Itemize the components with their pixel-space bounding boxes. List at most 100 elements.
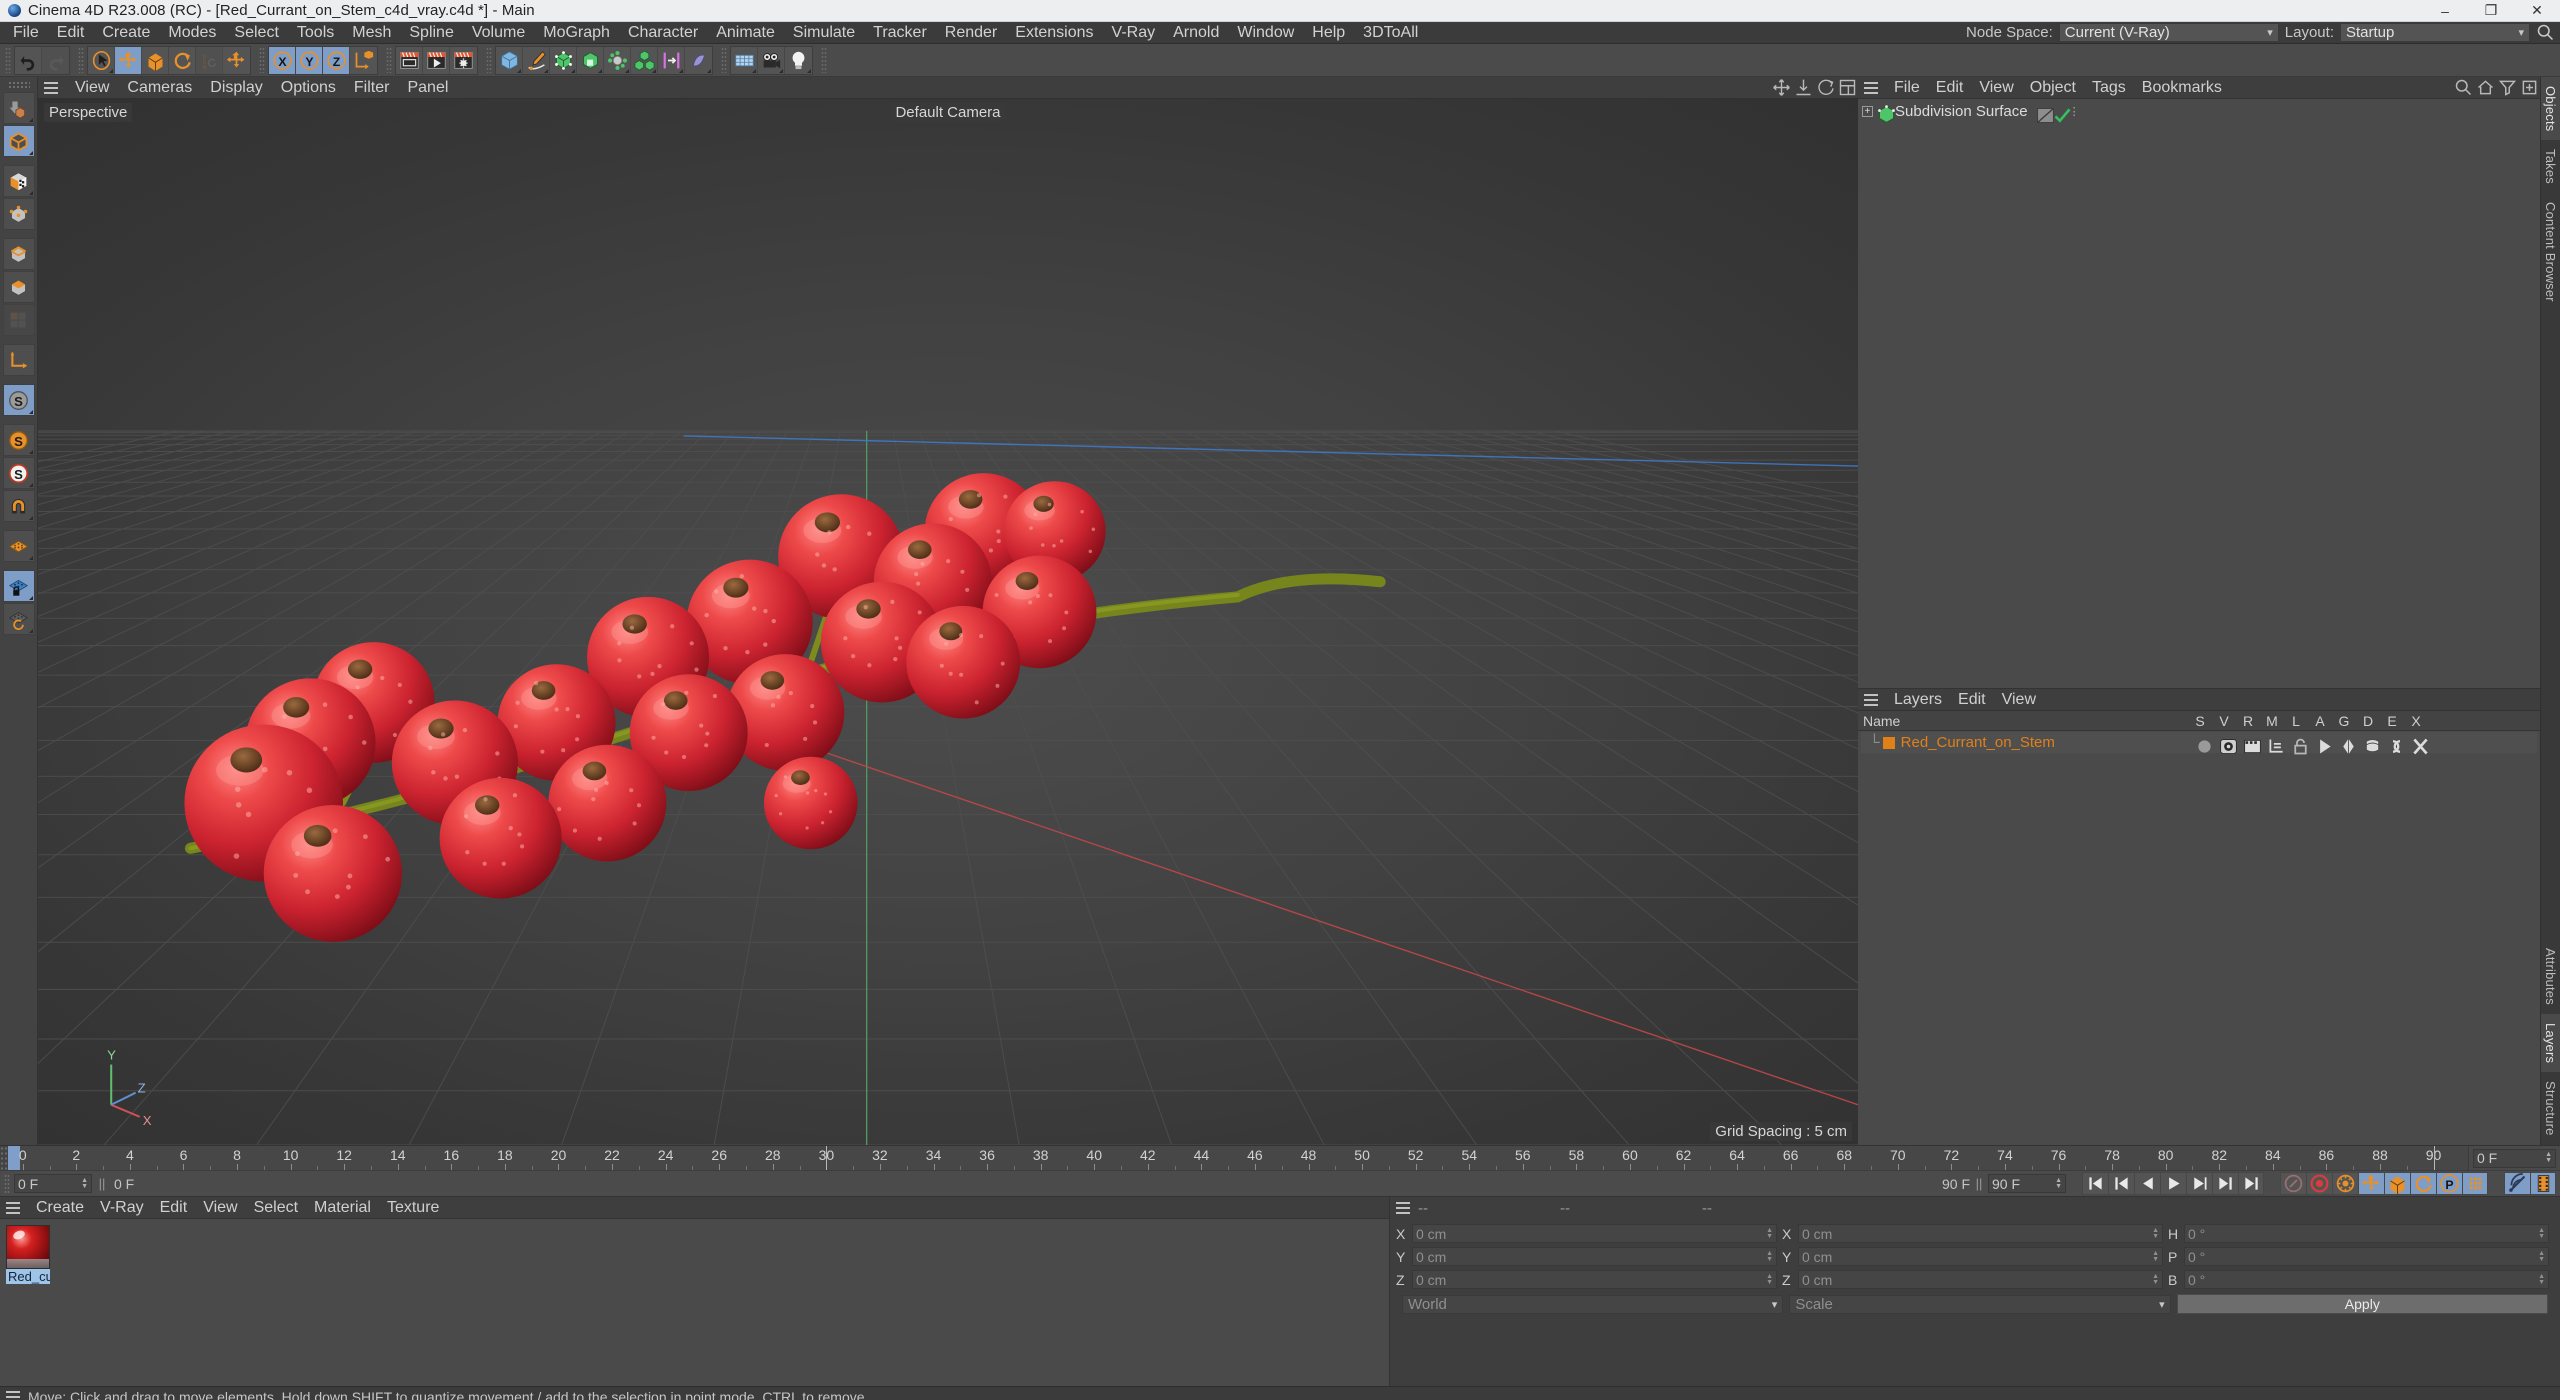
lock-workplane-tool[interactable] (2, 570, 35, 602)
material-menu-v-ray[interactable]: V-Ray (92, 1197, 152, 1219)
status-menu-icon[interactable] (4, 1390, 22, 1400)
minimize-button[interactable]: – (2422, 0, 2468, 22)
menu-item-window[interactable]: Window (1228, 23, 1303, 43)
object-menu-view[interactable]: View (1971, 77, 2021, 99)
search-icon[interactable] (2452, 79, 2474, 97)
timeline-range-end-field[interactable]: 0 F ▲ ▼ (2473, 1148, 2556, 1168)
layer-manager-menu-icon[interactable] (1862, 693, 1880, 707)
object-menu-bookmarks[interactable]: Bookmarks (2134, 77, 2230, 99)
menu-item-help[interactable]: Help (1303, 23, 1354, 43)
material-menu-edit[interactable]: Edit (152, 1197, 196, 1219)
rotation-p-field[interactable]: 0 ° ▲ ▼ (2184, 1247, 2549, 1266)
layer-menu-view[interactable]: View (1994, 689, 2044, 711)
menu-item-edit[interactable]: Edit (48, 23, 94, 43)
spinner-arrows-icon[interactable]: ▲ ▼ (2055, 1177, 2062, 1190)
spinner-arrows-icon[interactable]: ▲ ▼ (81, 1177, 88, 1190)
add-light-button[interactable] (785, 46, 812, 74)
previous-key-button[interactable] (2108, 1172, 2134, 1195)
pan-icon[interactable] (1770, 79, 1792, 97)
expression-icon[interactable] (2380, 736, 2404, 753)
visibility-check-icon[interactable] (2052, 105, 2071, 123)
spinner-arrows-icon[interactable]: ▲ ▼ (2538, 1250, 2545, 1263)
step-forward-button[interactable] (2186, 1172, 2212, 1195)
vtab-structure[interactable]: Structure (2541, 1072, 2560, 1145)
object-tree[interactable]: + Subdivision Surface ⋮ (1858, 99, 2540, 688)
maximize-viewport-icon[interactable] (1836, 79, 1858, 97)
spinner-arrows-icon[interactable]: ▲ ▼ (2538, 1273, 2545, 1286)
size-mode-select[interactable]: Scale ▾ (1789, 1294, 2171, 1314)
menu-item-character[interactable]: Character (619, 23, 707, 43)
render-to-picture-viewer-button[interactable] (423, 46, 450, 74)
end-frame-field[interactable]: 90 F ▲ ▼ (1988, 1174, 2066, 1193)
menu-item-tracker[interactable]: Tracker (864, 23, 936, 43)
material-menu-texture[interactable]: Texture (379, 1197, 447, 1219)
perspective-label[interactable]: Perspective (44, 103, 133, 122)
display-tag-icon[interactable] (2035, 105, 2054, 123)
camera-label[interactable]: Default Camera (890, 103, 1006, 122)
planar-workplane-tool[interactable] (2, 603, 35, 635)
toolbar-grip-1[interactable] (259, 47, 265, 73)
palette-grip[interactable] (7, 81, 30, 88)
menu-item-animate[interactable]: Animate (707, 23, 784, 43)
points-mode-tool[interactable] (2, 198, 35, 230)
enable-axis-tool[interactable]: S (2, 384, 35, 416)
vtab-layers[interactable]: Layers (2541, 1014, 2560, 1073)
add-subdivision-surface-button[interactable] (550, 46, 577, 74)
live-selection-button[interactable] (88, 46, 115, 74)
home-icon[interactable] (2474, 79, 2496, 97)
generator-icon[interactable] (2332, 736, 2356, 755)
play-button[interactable] (2160, 1172, 2186, 1195)
uv-mode-tool[interactable] (2, 304, 35, 336)
spinner-arrows-icon[interactable]: ▲ ▼ (1766, 1273, 1773, 1286)
vtab-content-browser[interactable]: Content Browser (2541, 193, 2560, 311)
object-menu-tags[interactable]: Tags (2084, 77, 2134, 99)
rotate-icon[interactable] (1814, 79, 1836, 97)
record-active-objects-button[interactable] (2306, 1172, 2332, 1195)
spinner-arrows-icon[interactable]: ▲ ▼ (2152, 1227, 2159, 1240)
rotation-b-field[interactable]: 0 ° ▲ ▼ (2184, 1270, 2549, 1289)
material-menu-select[interactable]: Select (246, 1197, 306, 1219)
add-cloner-button[interactable] (604, 46, 631, 74)
toolbar-grip-5[interactable] (821, 47, 827, 73)
deformer-icon[interactable] (2356, 736, 2380, 753)
spinner-arrows-icon[interactable]: ▲ ▼ (1766, 1227, 1773, 1240)
undo-button[interactable] (15, 46, 42, 74)
menu-item-modes[interactable]: Modes (159, 23, 225, 43)
node-space-select[interactable]: Current (V-Ray) ▾ (2058, 23, 2279, 42)
timeline-button[interactable] (2530, 1172, 2556, 1195)
maximize-button[interactable]: ❐ (2468, 0, 2514, 22)
add-mograph-button[interactable] (631, 46, 658, 74)
toolbar-grip-0[interactable] (78, 47, 84, 73)
xref-icon[interactable] (2404, 736, 2428, 755)
menu-item-simulate[interactable]: Simulate (784, 23, 864, 43)
keyframe-settings-button[interactable] (2332, 1172, 2358, 1195)
size-x-field[interactable]: 0 cm ▲ ▼ (1798, 1224, 2163, 1243)
polygons-mode-tool[interactable] (2, 271, 35, 303)
visible-eye-icon[interactable] (2212, 736, 2237, 754)
spinner-arrows-icon[interactable]: ▲ ▼ (1766, 1250, 1773, 1263)
expand-toggle-icon[interactable]: + (1862, 105, 1873, 117)
vtab-takes[interactable]: Takes (2541, 140, 2560, 193)
object-menu-file[interactable]: File (1886, 77, 1928, 99)
world-object-coordinates-button[interactable] (350, 46, 377, 74)
animation-play-icon[interactable] (2308, 736, 2332, 754)
position-z-field[interactable]: 0 cm ▲ ▼ (1412, 1270, 1777, 1289)
material-menu-view[interactable]: View (195, 1197, 245, 1219)
viewport-menu-cameras[interactable]: Cameras (118, 77, 201, 99)
layer-row[interactable]: └ Red_Currant_on_Stem (1861, 732, 2537, 755)
autokey-button[interactable] (2280, 1172, 2306, 1195)
edges-mode-tool[interactable] (2, 238, 35, 270)
rotate-tool-button[interactable] (169, 46, 196, 74)
material-menu-create[interactable]: Create (28, 1197, 92, 1219)
search-icon[interactable] (2530, 22, 2560, 43)
render-view-button[interactable] (396, 46, 423, 74)
menu-item-mograph[interactable]: MoGraph (534, 23, 619, 43)
redo-button[interactable] (42, 46, 69, 74)
dolly-icon[interactable] (1792, 79, 1814, 97)
move-alt-button[interactable] (223, 46, 250, 74)
viewport-menu-display[interactable]: Display (201, 77, 271, 99)
viewport-menu-view[interactable]: View (66, 77, 118, 99)
viewport-menu-panel[interactable]: Panel (398, 77, 457, 99)
add-cube-object-button[interactable] (496, 46, 523, 74)
psr-tool-button[interactable]: PSR (196, 46, 223, 74)
